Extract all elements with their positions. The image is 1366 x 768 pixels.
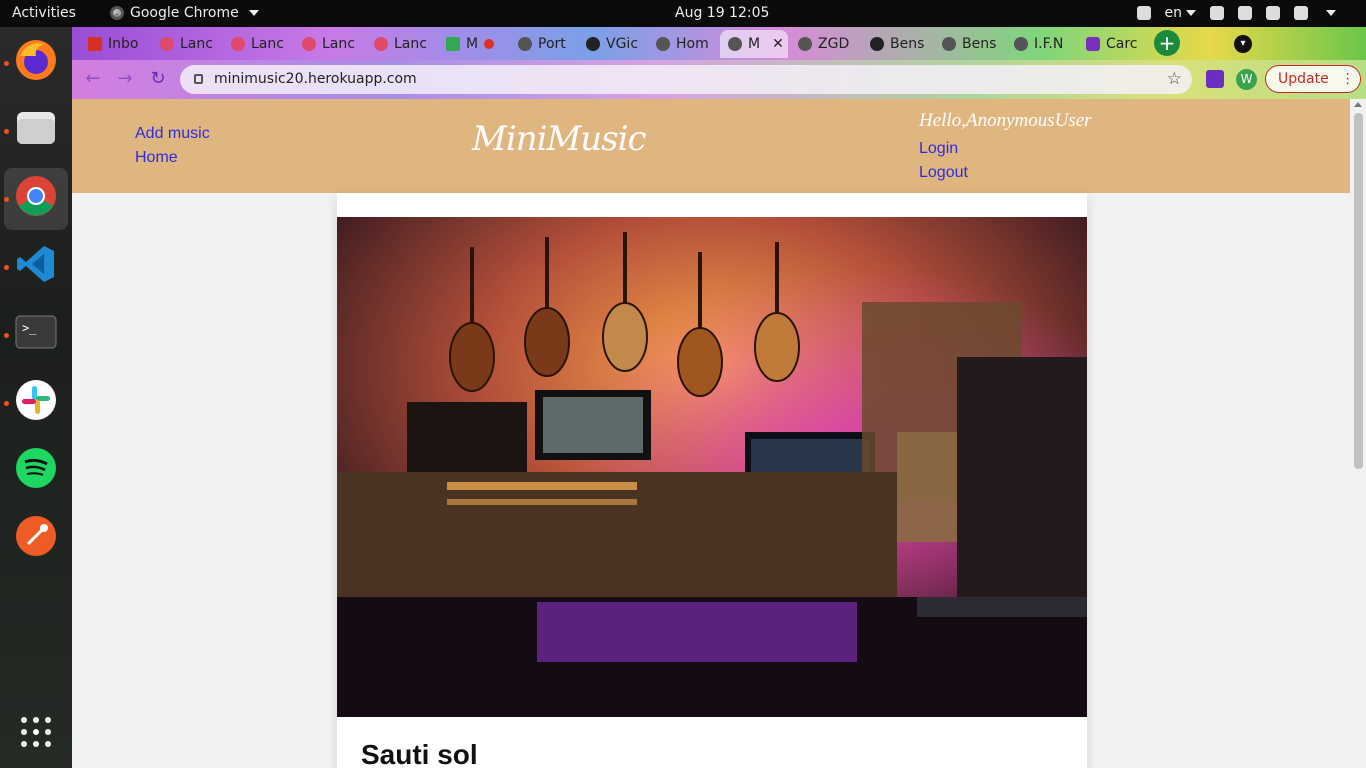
tab-search-button[interactable]: ▾ <box>1234 35 1252 53</box>
close-icon[interactable]: ✕ <box>772 36 784 52</box>
tab-active[interactable]: M ✕ <box>720 30 788 58</box>
recording-icon <box>484 39 495 49</box>
scroll-thumb[interactable] <box>1354 113 1363 469</box>
back-button[interactable]: ← <box>82 68 104 90</box>
app-menu[interactable]: Google Chrome <box>110 5 259 21</box>
running-indicator <box>4 61 9 66</box>
globe-icon <box>798 37 812 51</box>
bookmark-star-icon[interactable]: ☆ <box>1167 69 1182 89</box>
site-logo[interactable]: MiniMusic <box>472 119 647 159</box>
tab[interactable]: Lanc <box>152 30 222 58</box>
bootstrap-icon <box>1086 37 1100 51</box>
add-music-link[interactable]: Add music <box>135 125 210 143</box>
dock: >_ <box>0 27 72 768</box>
forward-button[interactable]: → <box>114 68 136 90</box>
login-link[interactable]: Login <box>919 140 958 158</box>
profile-avatar[interactable]: W <box>1236 69 1257 90</box>
tab[interactable]: Inbo <box>80 30 150 58</box>
tab[interactable]: M <box>438 30 508 58</box>
tab[interactable]: Bens <box>862 30 932 58</box>
tab-strip: Inbo Lanc Lanc Lanc Lanc M Port VGic Hom… <box>72 27 1366 60</box>
card-title: Sauti sol <box>361 739 478 768</box>
running-indicator <box>4 401 9 406</box>
user-greeting: Hello,AnonymousUser <box>919 110 1092 131</box>
github-icon <box>870 37 884 51</box>
system-top-bar: Activities Google Chrome Aug 19 12:05 en <box>0 0 1366 27</box>
tab[interactable]: Hom <box>648 30 716 58</box>
tab[interactable]: Port <box>510 30 576 58</box>
network-icon[interactable] <box>1210 6 1224 20</box>
system-menu-chevron-icon[interactable] <box>1326 10 1336 16</box>
globe-icon <box>518 37 532 51</box>
chevron-down-icon <box>248 10 259 16</box>
spotify-icon[interactable] <box>12 444 60 492</box>
chrome-icon <box>110 6 124 20</box>
page-scrollbar[interactable] <box>1350 99 1366 768</box>
language-indicator[interactable]: en <box>1165 5 1196 21</box>
address-bar[interactable]: minimusic20.herokuapp.com ☆ <box>180 65 1192 94</box>
update-button[interactable]: Update ⋮ <box>1265 65 1361 93</box>
globe-icon <box>728 37 742 51</box>
app-menu-label: Google Chrome <box>130 5 239 21</box>
running-indicator <box>4 265 9 270</box>
firefox-icon[interactable] <box>12 36 60 84</box>
lock-icon[interactable] <box>194 74 203 84</box>
terminal-icon[interactable]: >_ <box>12 308 60 356</box>
clock[interactable]: Aug 19 12:05 <box>675 5 769 21</box>
globe-icon <box>942 37 956 51</box>
music-card: Sauti sol <box>337 193 1087 768</box>
system-tray[interactable]: en <box>1136 5 1336 21</box>
svg-text:>_: >_ <box>22 321 37 335</box>
studio-photo <box>337 217 1087 717</box>
site-header: Add music Home MiniMusic Hello,Anonymous… <box>72 99 1350 193</box>
activities-button[interactable]: Activities <box>12 5 76 21</box>
new-tab-button[interactable]: + <box>1154 30 1180 56</box>
lancer-icon <box>374 37 388 51</box>
gmail-icon <box>88 37 102 51</box>
chrome-dock-icon[interactable] <box>12 172 60 220</box>
vscode-icon[interactable] <box>12 240 60 288</box>
globe-icon <box>1014 37 1028 51</box>
url-text[interactable]: minimusic20.herokuapp.com <box>214 71 417 87</box>
logout-link[interactable]: Logout <box>919 164 968 182</box>
tab[interactable]: Lanc <box>294 30 364 58</box>
postman-icon[interactable] <box>12 512 60 560</box>
running-indicator <box>4 333 9 338</box>
tab[interactable]: ZGD <box>790 30 860 58</box>
update-label: Update <box>1278 71 1329 87</box>
tab[interactable]: Lanc <box>366 30 436 58</box>
github-icon <box>586 37 600 51</box>
lancer-icon <box>231 37 245 51</box>
more-menu-icon[interactable]: ⋮ <box>1341 71 1355 87</box>
running-indicator <box>4 197 9 202</box>
lancer-icon <box>160 37 174 51</box>
show-applications-icon[interactable] <box>12 708 60 756</box>
running-indicator <box>4 129 9 134</box>
scroll-up-icon[interactable] <box>1354 102 1362 107</box>
tab[interactable]: Bens <box>934 30 1004 58</box>
volume-icon[interactable] <box>1238 6 1252 20</box>
tab[interactable]: VGic <box>578 30 646 58</box>
extensions-icon[interactable] <box>1206 70 1224 88</box>
tab[interactable]: Carc <box>1078 30 1148 58</box>
slack-tray-icon[interactable] <box>1136 6 1151 20</box>
page-viewport: Add music Home MiniMusic Hello,Anonymous… <box>72 99 1366 768</box>
battery-icon[interactable] <box>1294 6 1308 20</box>
drive-icon <box>446 37 460 51</box>
tab[interactable]: I.F.N <box>1006 30 1076 58</box>
slack-icon[interactable] <box>12 376 60 424</box>
reload-button[interactable]: ↻ <box>147 68 169 90</box>
tab[interactable]: Lanc <box>223 30 293 58</box>
lancer-icon <box>302 37 316 51</box>
browser-toolbar: ← → ↻ minimusic20.herokuapp.com ☆ W Upda… <box>72 60 1366 99</box>
microphone-icon[interactable] <box>1266 6 1280 20</box>
files-icon[interactable] <box>12 104 60 152</box>
globe-icon <box>656 37 670 51</box>
home-link[interactable]: Home <box>135 149 178 167</box>
